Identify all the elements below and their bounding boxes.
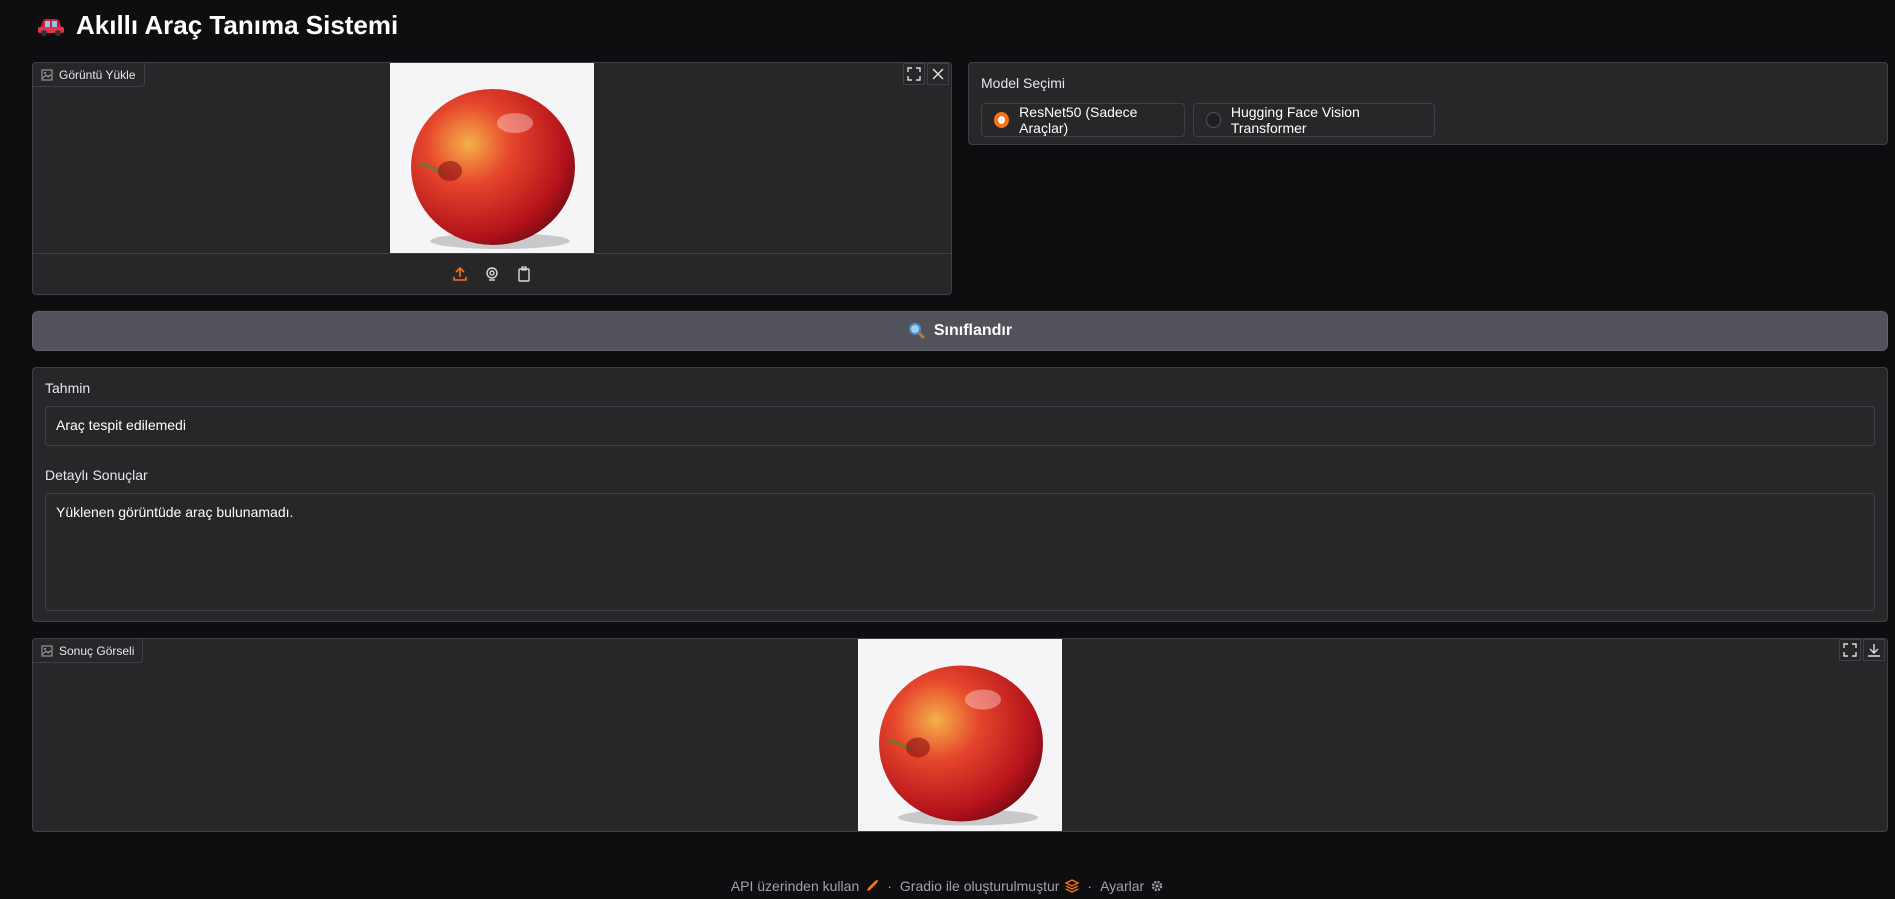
upload-icon <box>453 266 467 281</box>
output-image-label: Sonuç Görseli <box>33 639 144 663</box>
fullscreen-icon <box>1843 643 1857 657</box>
result-image <box>858 639 1062 831</box>
webcam-icon <box>486 267 498 281</box>
app-title: Akıllı Araç Tanıma Sistemi <box>36 10 398 41</box>
webcam-source-button[interactable] <box>481 263 503 285</box>
settings-link[interactable]: Ayarlar <box>1100 878 1164 894</box>
clipboard-icon <box>518 266 530 282</box>
fullscreen-button[interactable] <box>903 63 925 85</box>
car-icon <box>38 18 64 36</box>
prediction-textbox[interactable]: Araç tespit edilemedi <box>45 406 1875 446</box>
apple-image <box>411 89 575 249</box>
image-upload-panel[interactable]: Görüntü Yükle <box>32 62 952 295</box>
clipboard-source-button[interactable] <box>513 263 535 285</box>
uploaded-image <box>390 63 594 254</box>
radio-option-vit[interactable]: Hugging Face Vision Transformer <box>1193 103 1435 137</box>
download-icon <box>1868 644 1880 657</box>
close-icon <box>932 68 944 80</box>
results-panel: Tahmin Araç tespit edilemedi Detaylı Son… <box>32 367 1888 622</box>
fullscreen-icon <box>907 67 921 81</box>
output-fullscreen-button[interactable] <box>1839 639 1861 661</box>
model-selection-panel: Model Seçimi ResNet50 (Sadece Araçlar) H… <box>968 62 1888 145</box>
footer: API üzerinden kullan · Gradio ile oluştu… <box>0 878 1895 894</box>
footer-separator: · <box>887 878 892 894</box>
upload-source-button[interactable] <box>449 263 471 285</box>
magnifier-icon <box>908 323 925 340</box>
model-selection-label: Model Seçimi <box>981 75 1066 91</box>
output-image-panel: Sonuç Görseli <box>32 638 1888 832</box>
image-icon <box>41 69 53 80</box>
image-source-bar <box>33 253 951 294</box>
details-textarea[interactable]: Yüklenen görüntüde araç bulunamadı. <box>45 493 1875 611</box>
page-title: Akıllı Araç Tanıma Sistemi <box>76 10 399 40</box>
download-button[interactable] <box>1863 639 1885 661</box>
radio-unselected-icon <box>1206 112 1221 128</box>
classify-button[interactable]: Sınıflandır <box>32 311 1888 351</box>
details-label: Detaylı Sonuçlar <box>45 467 148 483</box>
image-upload-label: Görüntü Yükle <box>33 63 145 87</box>
rocket-icon <box>867 880 879 891</box>
radio-selected-icon <box>994 112 1010 128</box>
footer-separator: · <box>1087 878 1093 894</box>
gradio-link[interactable]: Gradio ile oluşturulmuştur <box>900 878 1080 894</box>
clear-image-button[interactable] <box>927 63 949 85</box>
apple-image <box>879 665 1043 826</box>
gear-icon <box>1151 880 1163 892</box>
api-link[interactable]: API üzerinden kullan <box>731 878 879 894</box>
radio-option-resnet50[interactable]: ResNet50 (Sadece Araçlar) <box>981 103 1185 137</box>
prediction-label: Tahmin <box>45 380 91 396</box>
image-icon <box>41 645 53 656</box>
gradio-logo-icon <box>1065 879 1080 893</box>
